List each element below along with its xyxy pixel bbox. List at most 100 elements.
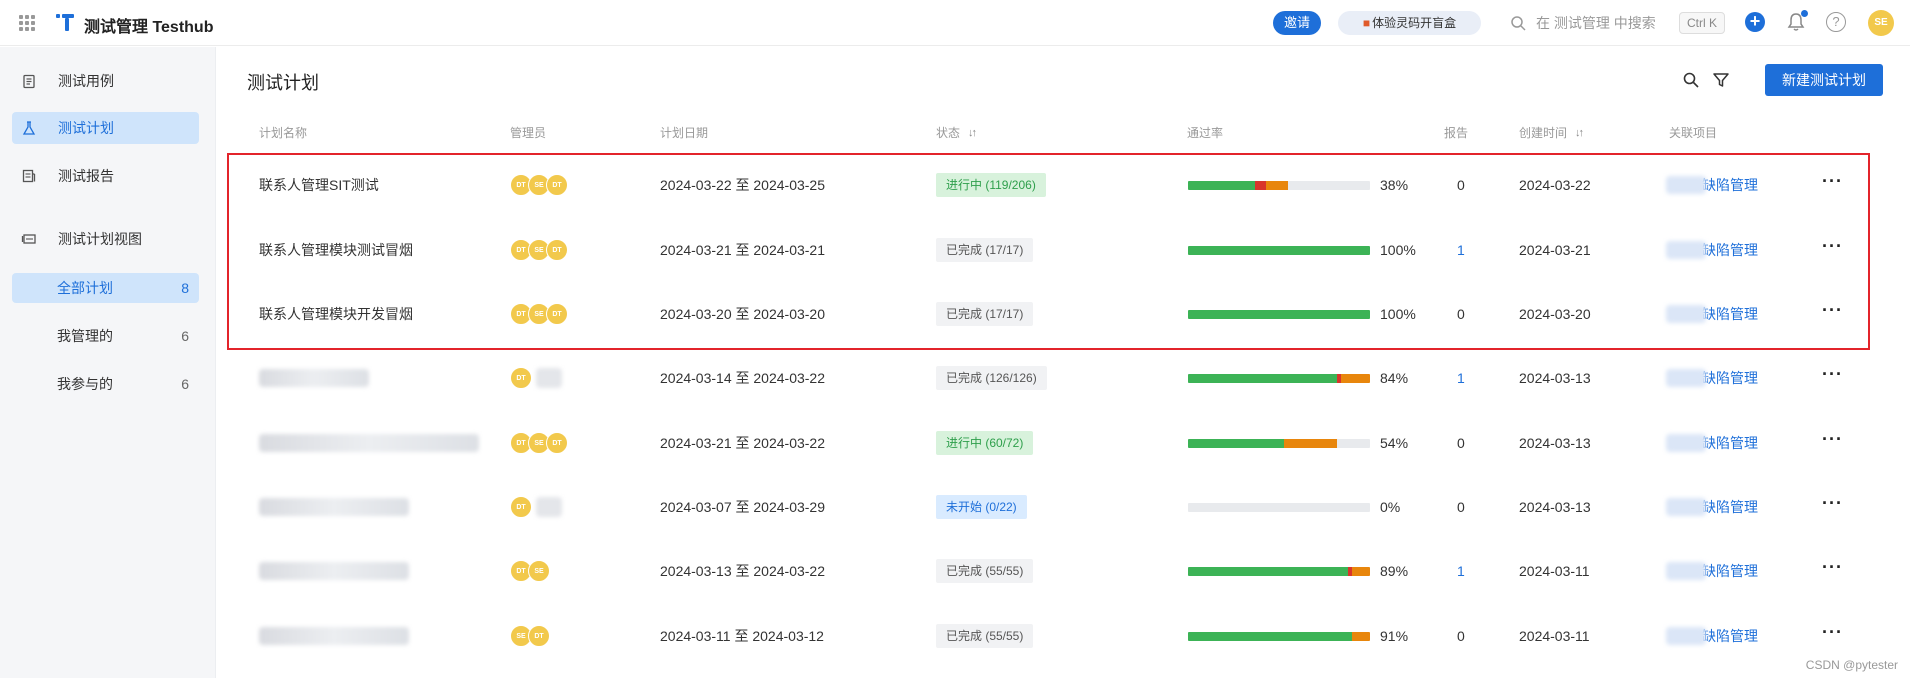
gift-promo-button[interactable]: ■ 体验灵码开盲盒 (1338, 11, 1481, 35)
report-count[interactable]: 1 (1457, 539, 1465, 603)
sidebar-subitem-managed[interactable]: 我管理的 6 (12, 321, 199, 351)
redacted-admin (536, 497, 562, 517)
sort-icon[interactable]: ↓↑ (1575, 127, 1584, 139)
clipboard-icon (20, 72, 38, 90)
table-row[interactable]: DT SE 2024-03-13 至 2024-03-22 已完成 (55/55) 89… (238, 539, 1888, 603)
linked-project[interactable]: 缺陷管理 (1666, 411, 1758, 475)
project-link[interactable]: 缺陷管理 (1702, 304, 1758, 324)
linked-project[interactable]: 缺陷管理 (1666, 218, 1758, 282)
admin-avatar[interactable]: DT (546, 239, 568, 261)
more-actions-icon[interactable]: ··· (1822, 282, 1843, 346)
sidebar-item-label: 测试计划 (58, 120, 114, 136)
app-title: 测试管理 Testhub (84, 19, 214, 36)
column-header-status[interactable]: 状态 ↓↑ (936, 124, 977, 141)
plan-name[interactable] (259, 475, 409, 539)
plan-name[interactable] (259, 539, 409, 603)
sort-icon[interactable]: ↓↑ (968, 127, 977, 139)
progress-segment (1188, 309, 1370, 319)
admin-avatar[interactable]: DT (510, 496, 532, 518)
progress-track (1188, 309, 1370, 319)
redacted-project-prefix (1666, 305, 1706, 323)
sidebar-subitem-participated[interactable]: 我参与的 6 (12, 369, 199, 399)
table-row[interactable]: DT 2024-03-07 至 2024-03-29 未开始 (0/22) 0% 0 20… (238, 475, 1888, 539)
admin-avatar[interactable]: DT (546, 303, 568, 325)
more-actions-icon[interactable]: ··· (1822, 153, 1843, 217)
admin-avatars: DT SE (510, 539, 550, 603)
flask-icon (20, 119, 38, 137)
linked-project[interactable]: 缺陷管理 (1666, 153, 1758, 217)
new-test-plan-button[interactable]: 新建测试计划 (1765, 64, 1883, 96)
column-header-report: 报告 (1444, 124, 1468, 141)
column-header-admin: 管理员 (510, 124, 546, 141)
report-count[interactable]: 1 (1457, 346, 1465, 410)
sidebar-item-test-plans[interactable]: 测试计划 (12, 112, 199, 144)
plan-name[interactable]: 联系人管理SIT测试 (259, 153, 379, 217)
filter-icon[interactable] (1712, 71, 1730, 89)
create-plus-icon[interactable]: + (1745, 12, 1765, 32)
user-avatar[interactable]: SE (1868, 10, 1894, 36)
pass-rate-percent: 84% (1380, 370, 1409, 386)
sidebar-item-plan-views[interactable]: 测试计划视图 (12, 223, 199, 255)
pass-rate-bar (1188, 282, 1370, 346)
linked-project[interactable]: 缺陷管理 (1666, 282, 1758, 346)
column-header-created[interactable]: 创建时间 ↓↑ (1519, 124, 1584, 141)
admin-avatar[interactable]: DT (546, 174, 568, 196)
plan-name[interactable]: 联系人管理模块开发冒烟 (259, 282, 413, 346)
view-icon (20, 230, 38, 248)
report-count[interactable]: 1 (1457, 218, 1465, 282)
sidebar-subitem-all-plans[interactable]: 全部计划 8 (12, 273, 199, 303)
help-icon[interactable]: ? (1826, 12, 1846, 32)
pass-rate-bar (1188, 411, 1370, 475)
column-label: 关联项目 (1669, 126, 1718, 140)
table-row[interactable]: DT SE DT 2024-03-21 至 2024-03-22 进行中 (60/72)… (238, 411, 1888, 475)
progress-track (1188, 245, 1370, 255)
table-row[interactable]: 联系人管理模块开发冒烟 DT SE DT 2024-03-20 至 2024-03-20… (238, 282, 1888, 346)
plan-dates: 2024-03-21 至 2024-03-21 (660, 242, 826, 258)
sidebar-item-test-reports[interactable]: 测试报告 (12, 160, 199, 192)
more-actions-icon[interactable]: ··· (1822, 475, 1843, 539)
project-link[interactable]: 缺陷管理 (1702, 561, 1758, 581)
search-icon[interactable] (1682, 71, 1700, 89)
project-link[interactable]: 缺陷管理 (1702, 497, 1758, 517)
plan-name[interactable] (259, 346, 369, 410)
created-date: 2024-03-22 (1519, 177, 1591, 193)
admin-avatar[interactable]: DT (528, 625, 550, 647)
table-row[interactable]: DT 2024-03-14 至 2024-03-22 已完成 (126/126) 84… (238, 346, 1888, 410)
created-date: 2024-03-20 (1519, 306, 1591, 322)
project-link[interactable]: 缺陷管理 (1702, 368, 1758, 388)
project-link[interactable]: 缺陷管理 (1702, 626, 1758, 646)
invite-button[interactable]: 邀请 (1273, 11, 1321, 35)
column-label: 计划日期 (660, 126, 709, 140)
progress-track (1188, 502, 1370, 512)
table-row[interactable]: SE DT 2024-03-11 至 2024-03-12 已完成 (55/55) 91… (238, 604, 1888, 668)
admin-avatar[interactable]: DT (546, 432, 568, 454)
project-link[interactable]: 缺陷管理 (1702, 240, 1758, 260)
global-search[interactable]: 在 测试管理 中搜索 (1510, 13, 1656, 33)
plan-name[interactable] (259, 604, 409, 668)
more-actions-icon[interactable]: ··· (1822, 539, 1843, 603)
plan-name[interactable] (259, 411, 479, 475)
plan-name[interactable]: 联系人管理模块测试冒烟 (259, 218, 413, 282)
progress-track (1188, 373, 1370, 383)
admin-avatar[interactable]: SE (528, 560, 550, 582)
pass-rate-bar (1188, 346, 1370, 410)
more-actions-icon[interactable]: ··· (1822, 346, 1843, 410)
redacted-project-prefix (1666, 176, 1706, 194)
created-date: 2024-03-21 (1519, 242, 1591, 258)
linked-project[interactable]: 缺陷管理 (1666, 346, 1758, 410)
table-row[interactable]: 联系人管理模块测试冒烟 DT SE DT 2024-03-21 至 2024-03-21… (238, 218, 1888, 282)
linked-project[interactable]: 缺陷管理 (1666, 604, 1758, 668)
subitem-count: 8 (181, 280, 189, 296)
linked-project[interactable]: 缺陷管理 (1666, 475, 1758, 539)
table-row[interactable]: 联系人管理SIT测试 DT SE DT 2024-03-22 至 2024-03-25 进… (238, 153, 1888, 217)
more-actions-icon[interactable]: ··· (1822, 218, 1843, 282)
sidebar: 测试用例 测试计划 测试报告 测试计划视图 全部计划 8 我管理的 6 我参与的… (0, 47, 216, 678)
more-actions-icon[interactable]: ··· (1822, 411, 1843, 475)
plan-dates: 2024-03-22 至 2024-03-25 (660, 177, 826, 193)
linked-project[interactable]: 缺陷管理 (1666, 539, 1758, 603)
project-link[interactable]: 缺陷管理 (1702, 433, 1758, 453)
project-link[interactable]: 缺陷管理 (1702, 175, 1758, 195)
apps-grid-icon[interactable] (19, 15, 35, 31)
sidebar-item-test-cases[interactable]: 测试用例 (12, 65, 199, 97)
admin-avatar[interactable]: DT (510, 367, 532, 389)
